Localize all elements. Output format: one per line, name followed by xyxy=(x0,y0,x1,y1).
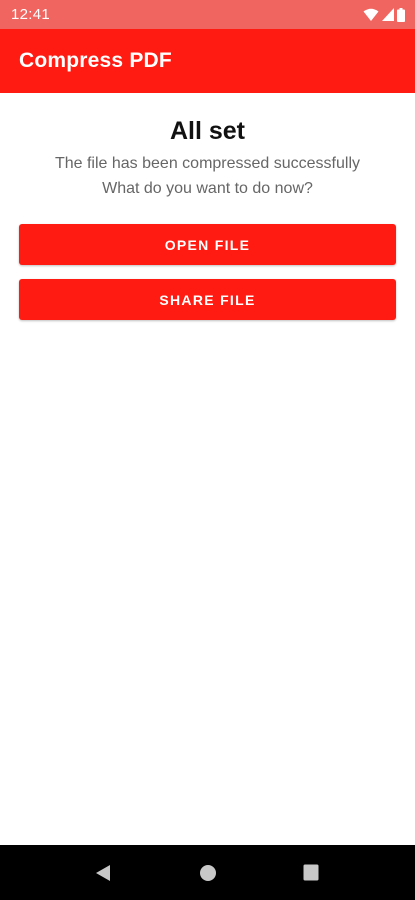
wifi-icon xyxy=(363,8,379,21)
share-file-button[interactable]: SHARE FILE xyxy=(19,279,396,320)
back-icon[interactable] xyxy=(95,864,111,882)
status-icons xyxy=(363,7,405,22)
status-time: 12:41 xyxy=(11,6,51,23)
main-content: All set The file has been compressed suc… xyxy=(0,93,415,845)
navigation-bar xyxy=(0,845,415,900)
headline: All set xyxy=(169,117,246,145)
open-file-button[interactable]: OPEN FILE xyxy=(19,224,396,265)
status-bar: 12:41 xyxy=(0,0,415,29)
message-line-2: What do you want to do now? xyxy=(102,180,313,197)
app-bar: Compress PDF xyxy=(0,29,415,93)
home-icon[interactable] xyxy=(199,864,217,882)
result-message: The file has been compressed successfull… xyxy=(0,151,415,201)
battery-icon xyxy=(397,7,405,22)
app-title: Compress PDF xyxy=(19,49,172,72)
recents-icon[interactable] xyxy=(303,864,319,881)
message-line-1: The file has been compressed successfull… xyxy=(54,155,361,172)
signal-icon xyxy=(382,8,394,21)
